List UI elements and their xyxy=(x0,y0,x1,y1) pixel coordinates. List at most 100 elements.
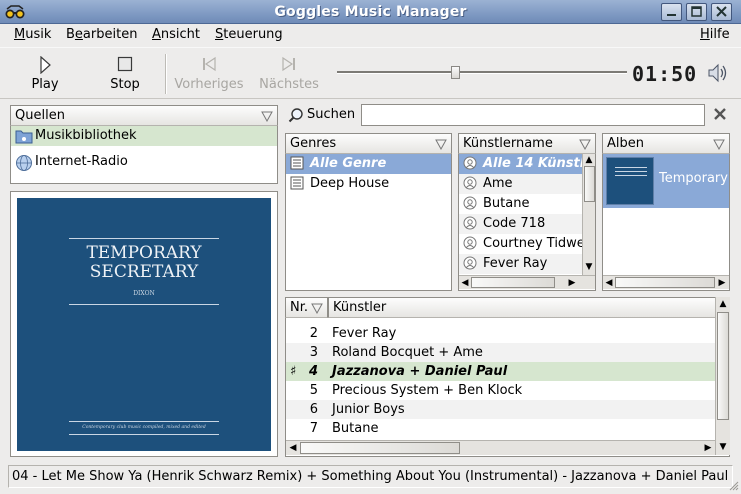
artists-vertical-scrollbar[interactable]: ▲ ▼ xyxy=(582,154,595,275)
stop-button[interactable]: Stop xyxy=(94,48,156,100)
time-display: 01:50 xyxy=(632,62,698,86)
title-bar[interactable]: Goggles Music Manager xyxy=(0,0,741,24)
cover-rule xyxy=(69,238,219,239)
scroll-right-icon[interactable]: ▶ xyxy=(703,443,713,453)
cover-rule xyxy=(69,434,219,435)
genre-label: Deep House xyxy=(310,176,390,191)
genres-header[interactable]: Genres xyxy=(285,133,452,154)
cover-title: TEMPORARY SECRETARY xyxy=(17,244,271,282)
scrollbar-thumb[interactable] xyxy=(584,166,595,202)
maximize-button[interactable] xyxy=(686,3,707,21)
scroll-left-icon[interactable]: ◀ xyxy=(604,278,614,288)
column-header-artist-label: Künstler xyxy=(333,300,387,315)
artist-item-code-718[interactable]: Code 718 xyxy=(459,214,582,234)
albums-horizontal-scrollbar[interactable]: ◀ ▶ xyxy=(603,275,729,289)
scroll-right-icon[interactable]: ▶ xyxy=(717,278,727,288)
previous-button[interactable]: Vorheriges xyxy=(172,48,246,100)
play-icon xyxy=(38,55,52,78)
menu-bearbeiten[interactable]: Bearbeiten xyxy=(66,27,137,42)
artists-header[interactable]: Künstlername xyxy=(458,133,596,154)
cover-title-line1: TEMPORARY xyxy=(86,243,202,263)
close-window-button[interactable] xyxy=(711,3,732,21)
source-item-internet-radio[interactable]: Internet-Radio xyxy=(11,152,277,172)
track-row[interactable]: 6 Junior Boys xyxy=(286,400,716,419)
play-button[interactable]: Play xyxy=(14,48,76,100)
album-thumbnail xyxy=(606,157,654,205)
tracks-horizontal-scrollbar[interactable]: ◀ ▶ xyxy=(286,440,716,455)
artist-label: Code 718 xyxy=(483,216,546,231)
tracks-list: 2 Fever Ray 3 Roland Bocquet + Ame ♯ 4 J… xyxy=(285,318,730,457)
globe-icon xyxy=(15,154,33,179)
stop-label: Stop xyxy=(110,77,140,92)
search-label: Suchen xyxy=(307,107,356,122)
albums-panel: Alben Temporary Secretary ◀ ▶ xyxy=(602,133,730,291)
albums-header[interactable]: Alben xyxy=(602,133,730,154)
track-row[interactable]: 7 Butane xyxy=(286,419,716,438)
menu-hilfe[interactable]: Hilfe xyxy=(700,27,730,42)
scrollbar-thumb[interactable] xyxy=(717,312,729,420)
artists-header-label: Künstlername xyxy=(463,136,553,151)
source-label: Musikbibliothek xyxy=(35,128,137,143)
next-button[interactable]: Nächstes xyxy=(252,48,326,100)
play-label: Play xyxy=(31,77,59,92)
scroll-up-icon[interactable]: ▲ xyxy=(583,155,595,165)
track-artist: Jazzanova + Daniel Paul xyxy=(332,364,508,379)
track-artist: Roland Bocquet + Ame xyxy=(332,345,483,360)
artist-item-butane[interactable]: Butane xyxy=(459,194,582,214)
track-row[interactable]: 5 Precious System + Ben Klock xyxy=(286,381,716,400)
album-label: Temporary Secretary xyxy=(659,171,729,186)
previous-label: Vorheriges xyxy=(174,77,244,92)
artists-horizontal-scrollbar[interactable]: ◀ ▶ xyxy=(459,275,595,289)
track-artist: Fever Ray xyxy=(332,326,397,341)
album-item-temporary-secretary[interactable]: Temporary Secretary xyxy=(603,154,729,208)
seek-slider[interactable] xyxy=(337,71,627,74)
scroll-left-icon[interactable]: ◀ xyxy=(460,278,470,288)
search-input[interactable] xyxy=(361,104,705,126)
folder-music-icon xyxy=(15,128,33,151)
artist-label: Alle 14 Künstler xyxy=(483,156,582,171)
track-row-playing[interactable]: ♯ 4 Jazzanova + Daniel Paul xyxy=(286,362,716,381)
tracks-vertical-scrollbar[interactable]: ▲ ▼ xyxy=(715,297,730,455)
menu-ansicht[interactable]: Ansicht xyxy=(152,27,200,42)
scroll-down-icon[interactable]: ▼ xyxy=(717,442,729,452)
scroll-right-icon[interactable]: ▶ xyxy=(567,278,577,288)
scrollbar-thumb[interactable] xyxy=(615,277,715,288)
toolbar-separator xyxy=(165,54,167,94)
clear-search-icon[interactable] xyxy=(713,107,727,125)
cover-rule xyxy=(69,304,219,305)
track-row[interactable]: 2 Fever Ray xyxy=(286,324,716,343)
sources-list: Musikbibliothek Internet-Radio xyxy=(10,126,278,184)
skip-previous-icon xyxy=(201,56,217,76)
seek-slider-handle[interactable] xyxy=(451,66,461,79)
stop-icon xyxy=(117,56,133,76)
artists-list: Alle 14 Künstler Ame Butane Code 718 Cou… xyxy=(458,154,596,291)
genre-item-all[interactable]: Alle Genre xyxy=(286,154,451,174)
sources-header[interactable]: Quellen xyxy=(10,105,278,126)
artist-item-fever-ray[interactable]: Fever Ray xyxy=(459,254,582,274)
scrollbar-thumb[interactable] xyxy=(300,442,460,454)
scroll-down-icon[interactable]: ▼ xyxy=(583,262,595,272)
track-row[interactable]: 3 Roland Bocquet + Ame xyxy=(286,343,716,362)
genres-panel: Genres Alle Genre Deep House xyxy=(285,133,452,291)
artist-item-all[interactable]: Alle 14 Künstler xyxy=(459,154,582,174)
scroll-up-icon[interactable]: ▲ xyxy=(717,299,729,309)
artist-item-ame[interactable]: Ame xyxy=(459,174,582,194)
volume-icon[interactable] xyxy=(707,63,729,87)
scrollbar-thumb[interactable] xyxy=(471,277,555,288)
resize-grip-icon[interactable] xyxy=(728,480,739,494)
menu-steuerung[interactable]: Steuerung xyxy=(215,27,283,42)
track-number: 5 xyxy=(309,383,318,398)
genres-list: Alle Genre Deep House xyxy=(285,154,452,291)
track-number: 2 xyxy=(309,326,318,341)
artist-item-courtney-tidwell[interactable]: Courtney Tidwell xyxy=(459,234,582,254)
column-header-nr[interactable]: Nr. xyxy=(285,297,328,318)
genre-item-deep-house[interactable]: Deep House xyxy=(286,174,451,194)
minimize-button[interactable] xyxy=(661,3,682,21)
scroll-left-icon[interactable]: ◀ xyxy=(288,443,298,453)
genre-label: Alle Genre xyxy=(310,156,387,171)
track-number: 6 xyxy=(309,402,318,417)
sources-panel: Quellen Musikbibliothek Internet-Radio xyxy=(10,105,278,185)
menu-musik[interactable]: Musik xyxy=(14,27,51,42)
column-header-artist[interactable]: Künstler xyxy=(328,297,716,318)
source-item-musikbibliothek[interactable]: Musikbibliothek xyxy=(11,126,277,146)
